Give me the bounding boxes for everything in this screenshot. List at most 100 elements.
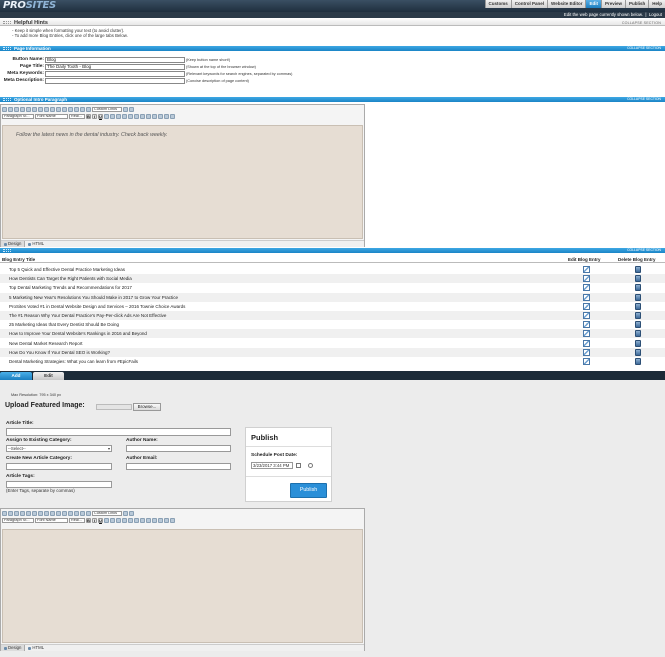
author-email-input[interactable] (126, 463, 231, 470)
intro-html-tab[interactable]: HTML (25, 241, 47, 247)
delete-entry-icon[interactable] (635, 266, 641, 273)
page-title-input[interactable]: The Daily Tooth - Blog (45, 64, 185, 70)
help-icon[interactable] (170, 517, 175, 523)
justify-icon[interactable] (122, 517, 127, 523)
delete-entry-icon[interactable] (635, 348, 641, 356)
symbol-icon[interactable] (164, 517, 169, 523)
media-icon[interactable] (86, 510, 91, 516)
page-info-collapse-button[interactable]: COLLAPSE SECTION (627, 46, 661, 51)
link-icon[interactable] (68, 106, 73, 112)
font-color-icon[interactable] (152, 517, 157, 523)
font-color-icon[interactable] (152, 113, 157, 119)
spellcheck-icon[interactable] (8, 106, 13, 112)
tab-add[interactable]: Add (0, 372, 32, 380)
align-left-icon[interactable] (104, 113, 109, 119)
delete-entry-icon[interactable] (635, 302, 641, 310)
redo-icon[interactable] (44, 106, 49, 112)
edit-entry-icon[interactable] (583, 321, 590, 329)
intro-collapse-button[interactable]: COLLAPSE SECTION (627, 97, 661, 102)
symbol-icon[interactable] (164, 113, 169, 119)
cut-icon[interactable] (14, 510, 19, 516)
insert-icon[interactable] (123, 106, 128, 112)
font-name-select[interactable]: Font Name (35, 113, 68, 119)
ordered-list-icon[interactable] (128, 517, 133, 523)
insert-icon[interactable] (123, 510, 128, 516)
italic-icon[interactable]: I (92, 517, 97, 523)
browse-button[interactable]: Browse... (133, 403, 161, 411)
nav-help[interactable]: Help (648, 0, 665, 8)
calendar-icon[interactable] (296, 463, 301, 468)
table-icon[interactable] (50, 510, 55, 516)
edit-entry-icon[interactable] (583, 302, 590, 310)
paragraph-style-select[interactable]: Paragraph St... (2, 113, 34, 119)
edit-entry-icon[interactable] (583, 266, 590, 273)
schedule-date-input[interactable]: 3/23/2017 3:44 PM (251, 462, 293, 469)
logout-link[interactable]: Logout (649, 12, 662, 17)
unlink-icon[interactable] (74, 106, 79, 112)
print-icon[interactable] (2, 106, 7, 112)
edit-entry-icon[interactable] (583, 275, 590, 283)
article-editor-area[interactable] (2, 529, 363, 643)
nav-publish[interactable]: Publish (624, 0, 649, 8)
paragraph-style-select[interactable]: Paragraph St... (2, 517, 34, 523)
italic-icon[interactable]: I (92, 113, 97, 119)
category-select[interactable]: --Select-- ▾ (6, 445, 112, 452)
align-left-icon[interactable] (104, 517, 109, 523)
undo-icon[interactable] (38, 106, 43, 112)
outdent-icon[interactable] (140, 517, 145, 523)
paste-icon[interactable] (26, 106, 31, 112)
meta-keywords-input[interactable] (45, 71, 185, 77)
help-icon[interactable] (170, 113, 175, 119)
delete-entry-icon[interactable] (635, 293, 641, 301)
edit-entry-icon[interactable] (583, 293, 590, 301)
new-category-input[interactable] (6, 463, 112, 470)
undo-icon[interactable] (38, 510, 43, 516)
edit-entry-icon[interactable] (583, 312, 590, 319)
unordered-list-icon[interactable] (134, 113, 139, 119)
nav-customs[interactable]: Customs (484, 0, 511, 8)
image-icon[interactable] (56, 106, 61, 112)
nav-edit[interactable]: Edit (585, 0, 601, 8)
align-center-icon[interactable] (110, 517, 115, 523)
unordered-list-icon[interactable] (134, 517, 139, 523)
fullscreen-icon[interactable] (129, 510, 134, 516)
underline-icon[interactable]: U (98, 113, 103, 119)
edit-entry-icon[interactable] (583, 339, 590, 347)
anchor-icon[interactable] (80, 510, 85, 516)
underline-icon[interactable]: U (98, 517, 103, 523)
media-icon[interactable] (86, 106, 91, 112)
nav-control-panel[interactable]: Control Panel (510, 0, 548, 8)
edit-entry-icon[interactable] (583, 284, 590, 292)
highlight-icon[interactable] (158, 113, 163, 119)
nav-website-editor[interactable]: Website Editor (547, 0, 586, 8)
author-name-input[interactable] (126, 445, 231, 452)
bold-icon[interactable]: B (86, 113, 91, 119)
article-design-tab[interactable]: Design (1, 645, 26, 651)
upload-file-field[interactable] (96, 404, 132, 410)
flash-icon[interactable] (62, 510, 67, 516)
redo-icon[interactable] (44, 510, 49, 516)
edit-entry-icon[interactable] (583, 348, 590, 356)
outdent-icon[interactable] (140, 113, 145, 119)
delete-entry-icon[interactable] (635, 339, 641, 347)
delete-entry-icon[interactable] (635, 321, 641, 329)
font-size-select[interactable]: Real... (69, 113, 85, 119)
ordered-list-icon[interactable] (128, 113, 133, 119)
nav-preview[interactable]: Preview (600, 0, 625, 8)
delete-entry-icon[interactable] (635, 284, 641, 292)
unlink-icon[interactable] (74, 510, 79, 516)
format-painter-icon[interactable] (32, 510, 37, 516)
delete-entry-icon[interactable] (635, 312, 641, 319)
copy-icon[interactable] (20, 510, 25, 516)
edit-entry-icon[interactable] (583, 358, 590, 365)
article-tags-input[interactable] (6, 481, 112, 488)
print-icon[interactable] (2, 510, 7, 516)
delete-entry-icon[interactable] (635, 330, 641, 338)
custom-links-select[interactable]: Custom Links (92, 510, 122, 516)
flash-icon[interactable] (62, 106, 67, 112)
delete-entry-icon[interactable] (635, 358, 641, 365)
edit-entry-icon[interactable] (583, 330, 590, 338)
tab-edit[interactable]: Edit (33, 372, 64, 380)
anchor-icon[interactable] (80, 106, 85, 112)
prosites-logo[interactable]: PROSITES (3, 0, 56, 11)
